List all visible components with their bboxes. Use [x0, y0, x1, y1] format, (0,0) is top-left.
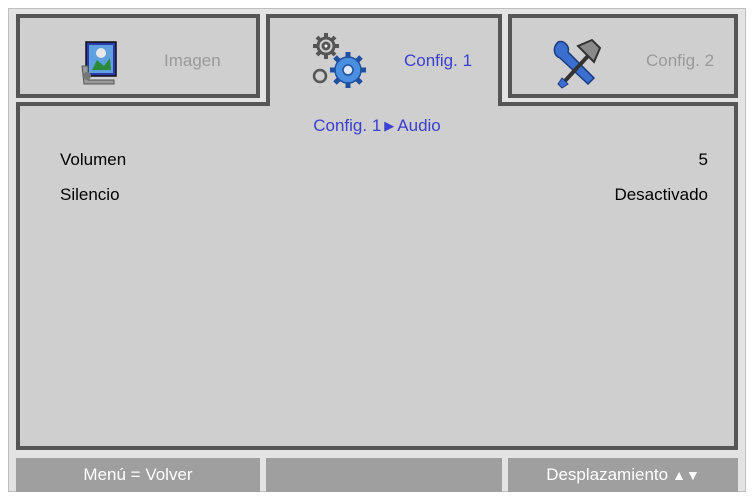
footer-scroll-hint: Desplazamiento ▲▼: [508, 458, 738, 492]
footer-middle: [266, 458, 502, 492]
breadcrumb-current: Audio: [397, 116, 441, 135]
tab-label: Config. 2: [646, 51, 715, 70]
active-tab-connector: [270, 100, 498, 108]
footer-back-hint: Menú = Volver: [16, 458, 260, 492]
gears-icon: [306, 30, 370, 92]
setting-label-silencio[interactable]: Silencio: [60, 185, 120, 205]
setting-value-silencio[interactable]: Desactivado: [614, 185, 708, 205]
footer-scroll-label: Desplazamiento: [546, 465, 669, 484]
tab-label: Imagen: [164, 51, 221, 70]
tab-label: Config. 1: [404, 51, 473, 70]
tab-config-1[interactable]: Config. 1: [266, 14, 502, 106]
setting-label-volumen[interactable]: Volumen: [60, 150, 126, 170]
breadcrumb-parent: Config. 1: [313, 116, 382, 135]
setting-value-volumen[interactable]: 5: [699, 150, 708, 170]
image-settings-icon: [74, 36, 126, 88]
footer-back-label: Menú = Volver: [83, 465, 193, 484]
tools-icon: [548, 34, 610, 90]
tab-config-2[interactable]: Config. 2: [508, 14, 738, 98]
up-down-arrows-icon: ▲▼: [672, 467, 700, 483]
breadcrumb-arrow-icon: ▶: [384, 118, 395, 133]
tab-imagen[interactable]: Imagen: [16, 14, 260, 98]
breadcrumb: Config. 1 ▶ Audio: [0, 116, 754, 136]
